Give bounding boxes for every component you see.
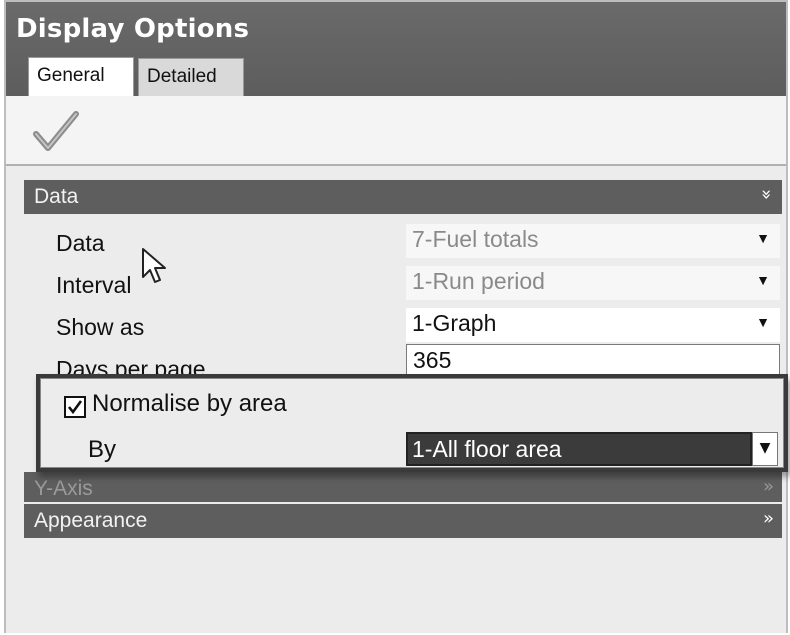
checkmark-icon[interactable]	[32, 108, 80, 154]
display-options-panel: Display Options General Detailed Data » …	[4, 0, 788, 633]
dropdown-arrow-icon[interactable]: ▼	[756, 230, 770, 246]
normalise-label[interactable]: Normalise by area	[92, 390, 287, 418]
days-per-page-input[interactable]: 365	[406, 344, 780, 378]
interval-select-value: 1-Run period	[412, 268, 545, 294]
by-select[interactable]: 1-All floor area	[406, 432, 752, 466]
dropdown-arrow-icon[interactable]: ▼	[756, 272, 770, 288]
mouse-cursor-icon	[140, 247, 170, 291]
days-per-page-value: 365	[413, 347, 452, 373]
tab-detailed[interactable]: Detailed	[138, 58, 244, 96]
normalise-highlight-box: Normalise by area By 1-All floor area ▼	[36, 374, 788, 472]
checkmark-icon	[67, 400, 83, 415]
panel-title: Display Options	[16, 14, 250, 44]
section-title-y-axis: Y-Axis	[34, 477, 93, 500]
title-bar: Display Options General Detailed	[6, 2, 786, 97]
show-as-label: Show as	[56, 314, 145, 340]
section-header-appearance[interactable]: Appearance »	[24, 504, 782, 538]
data-select-value: 7-Fuel totals	[412, 226, 539, 252]
interval-select[interactable]: 1-Run period ▼	[406, 266, 780, 300]
section-header-data[interactable]: Data »	[24, 180, 782, 214]
data-label: Data	[56, 230, 105, 256]
toolbar	[6, 96, 786, 166]
double-chevron-right-icon[interactable]: »	[763, 508, 774, 529]
data-select[interactable]: 7-Fuel totals ▼	[406, 224, 780, 258]
options-content: Data » Data 7-Fuel totals ▼ Interval 1-R…	[6, 168, 788, 633]
show-as-select-value: 1-Graph	[412, 310, 497, 336]
by-label: By	[88, 436, 117, 463]
tab-general[interactable]: General	[28, 57, 134, 97]
normalise-checkbox[interactable]	[64, 396, 86, 418]
section-header-y-axis[interactable]: Y-Axis »	[24, 472, 782, 502]
double-chevron-right-icon[interactable]: »	[763, 476, 774, 497]
dropdown-arrow-icon[interactable]: ▼	[752, 432, 778, 466]
show-as-select[interactable]: 1-Graph ▼	[406, 308, 780, 342]
interval-label: Interval	[56, 272, 132, 298]
double-chevron-down-icon[interactable]: »	[756, 189, 777, 200]
section-title-data: Data	[34, 185, 79, 208]
section-title-appearance: Appearance	[34, 509, 148, 532]
by-select-value: 1-All floor area	[412, 436, 562, 462]
dropdown-arrow-icon[interactable]: ▼	[756, 314, 770, 330]
